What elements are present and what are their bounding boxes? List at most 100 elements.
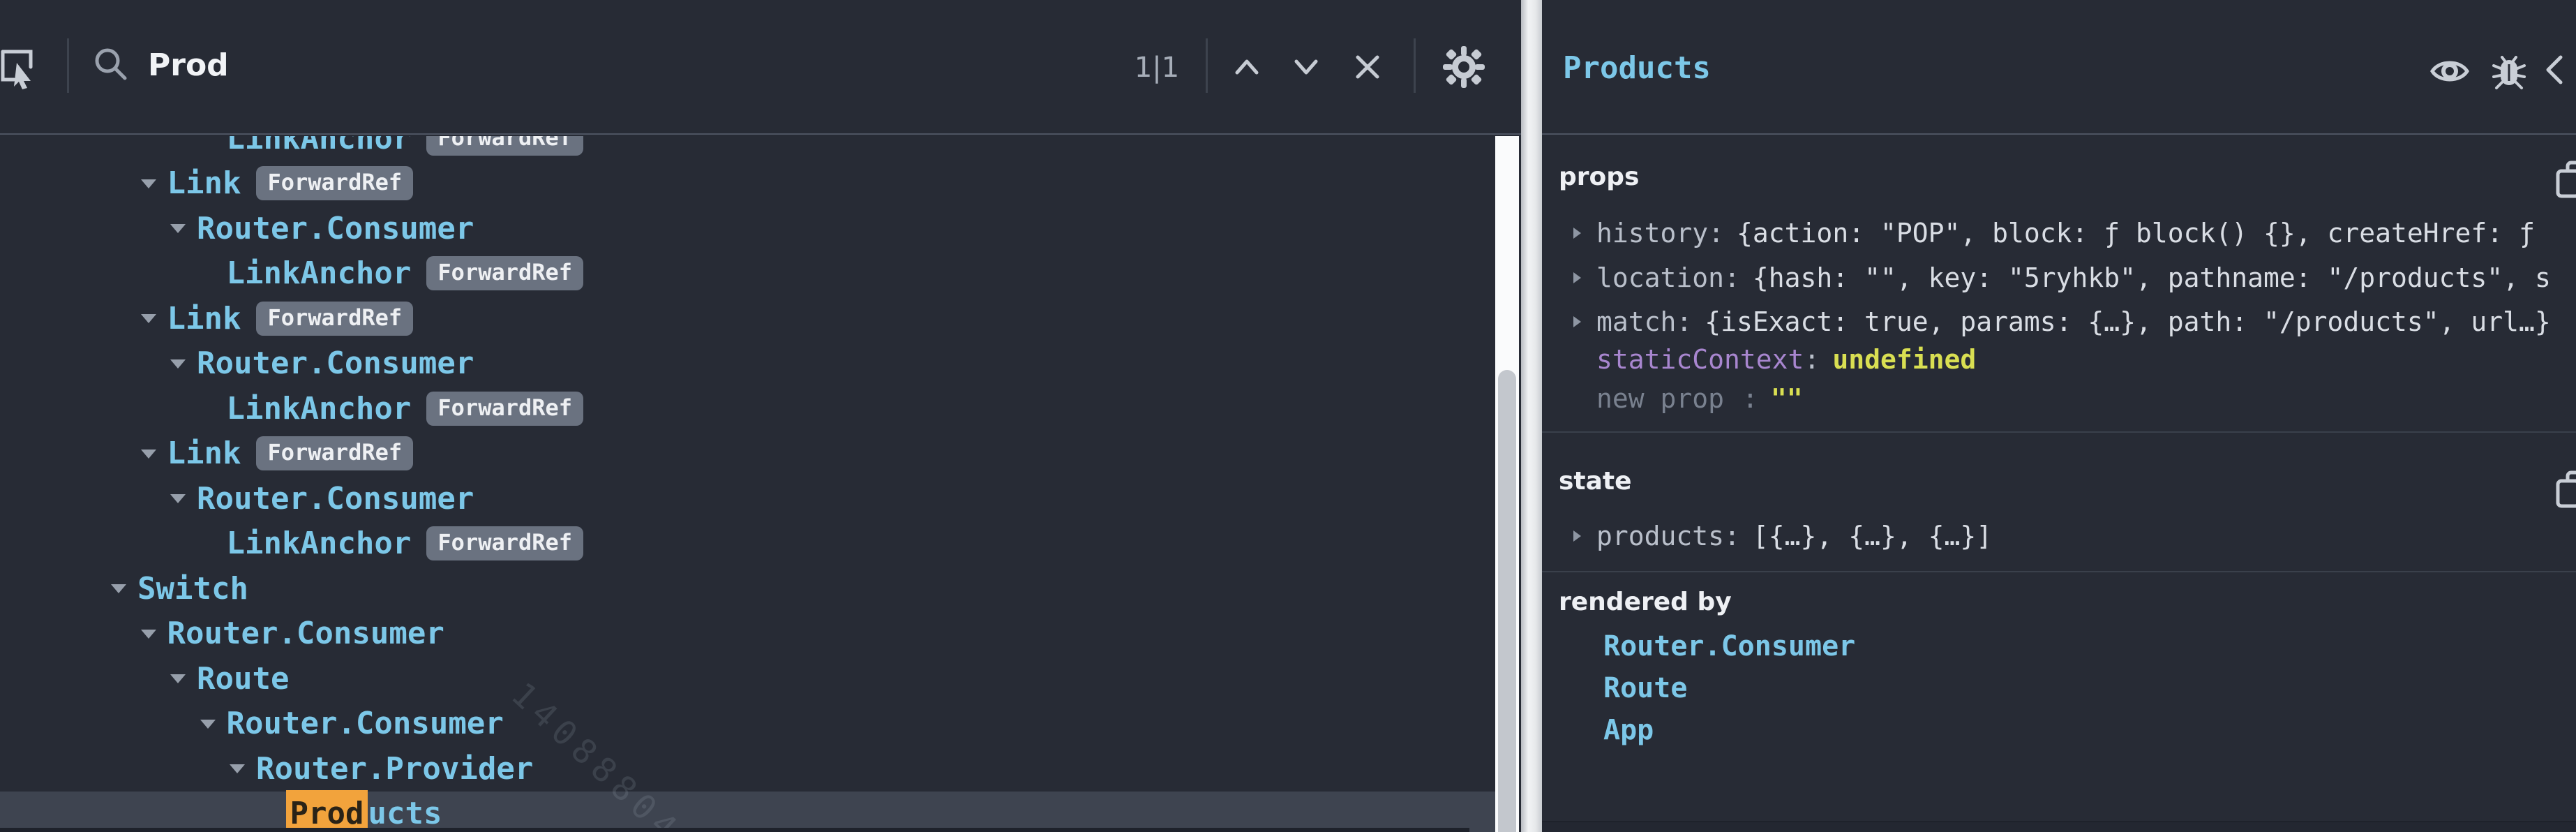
prop-value: undefined — [1832, 344, 1976, 375]
state-row-products[interactable]: products: [{…}, {…}, {…}] — [1542, 518, 2576, 554]
tree-row-router-consumer[interactable]: Router.Consumer — [0, 701, 1495, 747]
expand-caret-icon[interactable] — [167, 356, 197, 371]
expand-arrow-icon[interactable] — [1570, 528, 1596, 544]
component-name: Link — [167, 436, 241, 471]
expand-caret-icon[interactable] — [167, 491, 197, 506]
toolbar-divider — [1414, 38, 1416, 93]
tree-row-link[interactable]: Link ForwardRef — [0, 296, 1495, 341]
search-input[interactable]: Prod — [148, 47, 229, 83]
section-divider — [1542, 431, 2576, 433]
copy-state-icon[interactable] — [2555, 470, 2576, 509]
components-tree-panel: Prod 1|1 — [0, 0, 1521, 832]
component-name: Router.Consumer — [227, 706, 504, 741]
inspector-header: Products — [1542, 0, 2576, 135]
debug-bug-icon[interactable] — [2489, 50, 2529, 92]
inspect-dom-eye-icon[interactable] — [2429, 56, 2470, 87]
tree-row-router-consumer[interactable]: Router.Consumer — [0, 611, 1495, 657]
section-divider — [1542, 571, 2576, 572]
tree-row-switch[interactable]: Switch — [0, 566, 1495, 611]
previous-result-icon[interactable] — [1230, 54, 1264, 80]
tree-row-linkanchor[interactable]: LinkAnchor ForwardRef — [0, 521, 1495, 567]
expand-arrow-icon[interactable] — [1570, 225, 1596, 242]
rendered-by-item-app[interactable]: App — [1603, 712, 1654, 748]
new-prop-value-input[interactable]: "" — [1771, 383, 1803, 414]
tree-row-router-consumer[interactable]: Router.Consumer — [0, 341, 1495, 387]
component-name: LinkAnchor — [227, 526, 412, 561]
tree-row-route[interactable]: Route — [0, 656, 1495, 701]
component-name: Router.Consumer — [197, 211, 474, 246]
rendered-by-item-route[interactable]: Route — [1603, 670, 1687, 706]
inspector-bottom-strip — [1542, 821, 2576, 832]
prop-key: staticContext — [1596, 344, 1804, 375]
tree-row-link[interactable]: LinkForwardRef — [0, 161, 1495, 207]
forwardref-badge: ForwardRef — [256, 302, 413, 336]
prop-row-history[interactable]: history:{action: "POP", block: ƒ block()… — [1542, 215, 2576, 251]
next-result-icon[interactable] — [1289, 54, 1323, 80]
tree-row-router-provider[interactable]: Router.Provider — [0, 746, 1495, 792]
component-name: LinkAnchor — [227, 391, 412, 426]
expand-caret-icon[interactable] — [138, 626, 167, 641]
prop-row-static-context[interactable]: staticContext: undefined — [1542, 341, 2576, 378]
toolbar-divider — [1206, 38, 1208, 93]
expand-caret-icon[interactable] — [167, 221, 197, 236]
state-section-label: state — [1559, 467, 1632, 496]
rendered-by-item-router-consumer[interactable]: Router.Consumer — [1603, 628, 1855, 664]
forwardref-badge: ForwardRef — [256, 166, 413, 200]
tree-bottom-edge — [0, 828, 1469, 832]
tree-scrollbar[interactable] — [1495, 136, 1519, 832]
component-name: LinkAnchor — [227, 136, 412, 156]
search-results-count: 1|1 — [1122, 52, 1192, 84]
component-name: Switch — [137, 571, 248, 607]
component-tree: 1408880486 LinkAnchorForwardRefLinkForwa… — [0, 136, 1495, 832]
selected-component-title: Products — [1563, 50, 1711, 86]
forwardref-badge: ForwardRef — [426, 136, 583, 156]
clear-search-icon[interactable] — [1352, 52, 1383, 82]
tree-row-linkanchor[interactable]: LinkAnchor ForwardRef — [0, 136, 1495, 161]
search-icon — [91, 45, 130, 84]
expand-caret-icon[interactable] — [138, 311, 167, 326]
prop-key: location — [1596, 262, 1724, 293]
component-name: Router.Consumer — [197, 481, 474, 517]
props-section-label: props — [1559, 163, 1639, 191]
new-prop-row[interactable]: new prop : "" — [1542, 380, 2576, 417]
expand-caret-icon[interactable] — [197, 716, 227, 731]
expand-arrow-icon[interactable] — [1570, 313, 1596, 330]
component-name: Router.Consumer — [197, 346, 474, 381]
settings-gear-icon[interactable] — [1441, 45, 1486, 89]
component-name: ucts — [368, 796, 442, 831]
forwardref-badge: ForwardRef — [426, 526, 583, 560]
rendered-by-section-label: rendered by — [1559, 588, 1732, 616]
state-value: [{…}, {…}, {…}] — [1753, 521, 1992, 551]
expand-arrow-icon[interactable] — [1570, 269, 1596, 286]
tree-row-linkanchor[interactable]: LinkAnchorForwardRef — [0, 251, 1495, 297]
view-source-code-icon[interactable] — [2545, 54, 2576, 85]
expand-caret-icon[interactable] — [138, 176, 167, 191]
forwardref-badge: ForwardRef — [426, 256, 583, 290]
inspector-panel: Products — [1542, 0, 2576, 832]
prop-value-preview: {hash: "", key: "5ryhkb", pathname: "/pr… — [1753, 262, 2551, 293]
tree-row-router-consumer[interactable]: Router.Consumer — [0, 206, 1495, 251]
expand-caret-icon[interactable] — [227, 761, 256, 776]
copy-props-icon[interactable] — [2555, 160, 2576, 199]
toolbar-divider — [67, 38, 69, 93]
prop-row-match[interactable]: match:{isExact: true, params: {…}, path:… — [1542, 304, 2576, 340]
component-tree-rows: LinkAnchor ForwardRef Link ForwardRef Router… — [0, 136, 1495, 832]
expand-caret-icon[interactable] — [108, 581, 137, 596]
inspect-element-icon[interactable] — [0, 46, 39, 89]
tree-row-router-consumer[interactable]: Router.Consumer — [0, 476, 1495, 521]
forwardref-badge: ForwardRef — [426, 392, 583, 426]
panel-resize-divider[interactable] — [1521, 0, 1542, 832]
prop-key: match — [1596, 306, 1676, 337]
forwardref-badge: ForwardRef — [256, 436, 413, 470]
inspector-content: props history:{action: "POP", block: ƒ b… — [1542, 136, 2576, 832]
tree-row-linkanchor[interactable]: LinkAnchor ForwardRef — [0, 386, 1495, 431]
tree-row-products[interactable]: Products — [0, 792, 1495, 832]
component-name: Link — [167, 301, 241, 336]
tree-row-link[interactable]: Link ForwardRef — [0, 431, 1495, 477]
expand-caret-icon[interactable] — [167, 671, 197, 686]
tree-scrollbar-thumb[interactable] — [1498, 370, 1516, 832]
expand-caret-icon[interactable] — [138, 446, 167, 461]
new-prop-key-input[interactable]: new prop — [1596, 383, 1724, 414]
prop-value-preview: {isExact: true, params: {…}, path: "/pro… — [1705, 306, 2551, 337]
prop-row-location[interactable]: location:{hash: "", key: "5ryhkb", pathn… — [1542, 260, 2576, 296]
